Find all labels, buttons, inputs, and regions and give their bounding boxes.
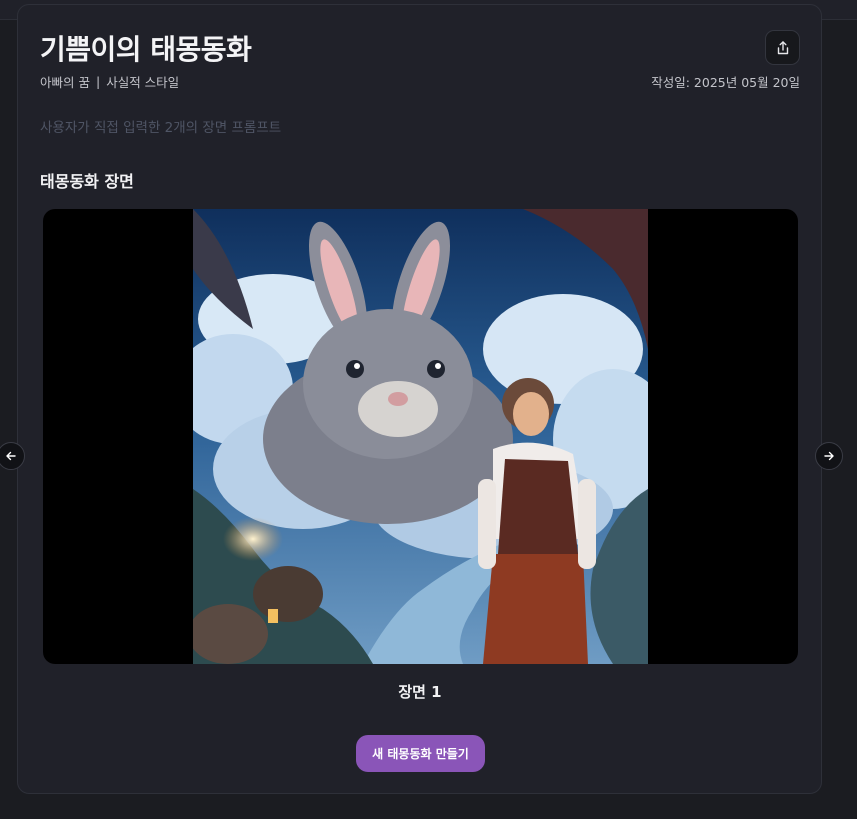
prompt-note: 사용자가 직접 입력한 2개의 장면 프롬프트: [40, 120, 282, 136]
arrow-left-icon: [6, 451, 16, 461]
next-scene-button[interactable]: [815, 442, 843, 470]
story-style: 사실적 스타일: [106, 75, 180, 90]
scene-label: 장면 1: [398, 683, 442, 701]
share-icon: [777, 40, 788, 54]
page-title: 기쁨이의 태몽동화: [40, 33, 252, 66]
arrow-right-icon: [824, 451, 834, 461]
created-date: 작성일: 2025년 05월 20일: [651, 75, 800, 90]
meta-separator: |: [95, 74, 101, 89]
scene-image: [193, 209, 648, 664]
share-button[interactable]: [765, 30, 800, 65]
create-new-story-button[interactable]: 새 태몽동화 만들기: [356, 735, 485, 772]
scene-slider: [43, 209, 798, 664]
section-title: 태몽동화 장면: [40, 172, 134, 191]
story-meta: 아빠의 꿈 | 사실적 스타일: [40, 72, 179, 91]
story-category: 아빠의 꿈: [40, 75, 90, 90]
